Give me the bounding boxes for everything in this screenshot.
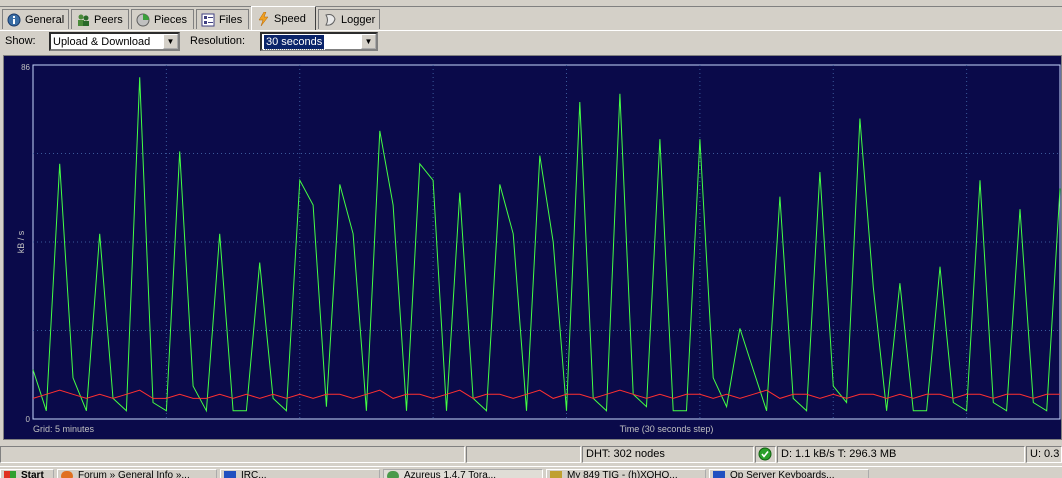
pieces-icon [136, 13, 150, 27]
tab-speed[interactable]: Speed [251, 6, 316, 30]
show-select[interactable]: Upload & Download ▼ [49, 32, 180, 51]
tab-pieces[interactable]: Pieces [131, 9, 194, 29]
info-icon [7, 13, 21, 27]
dht-status: DHT: 302 nodes [582, 446, 754, 463]
tab-label: Speed [274, 12, 306, 25]
grid-note-label: Grid: 5 minutes [33, 424, 95, 434]
show-value: Upload & Download [53, 36, 151, 48]
speed-chart: 86 0 kB / s Grid: 5 minutes Time (30 seconds… [3, 55, 1062, 440]
status-bar: DHT: 302 nodes D: 1.1 kB/s T: 296.3 MB U… [0, 445, 1062, 465]
chevron-down-icon[interactable]: ▼ [361, 34, 376, 49]
y-tick-label-zero: 0 [26, 415, 31, 424]
tab-label: Files [219, 13, 243, 26]
resolution-select[interactable]: 30 seconds ▼ [260, 32, 378, 51]
y-axis-label: kB / s [16, 230, 26, 253]
nat-ok-icon [755, 446, 776, 463]
download-series-line [32, 77, 1061, 413]
logger-icon [323, 13, 337, 27]
lightning-icon [256, 11, 270, 26]
upload-status: U: 0.3 [1026, 446, 1062, 463]
resolution-value: 30 seconds [262, 34, 326, 50]
tab-label: General [25, 13, 65, 26]
tab-files[interactable]: Files [196, 9, 249, 29]
upload-series-line [32, 389, 1060, 399]
status-cell-empty-2 [466, 446, 581, 463]
tab-label: Logger [341, 13, 376, 26]
transfer-status: D: 1.1 kB/s T: 296.3 MB [777, 446, 1025, 463]
tab-peers[interactable]: Peers [71, 9, 129, 29]
resolution-label: Resolution: [190, 35, 246, 47]
tab-general[interactable]: General [2, 9, 69, 29]
tab-label: Pieces [154, 13, 188, 26]
tab-logger[interactable]: Logger [318, 9, 380, 29]
tab-label: Peers [94, 13, 123, 26]
status-cell-empty [0, 446, 465, 463]
chevron-down-icon[interactable]: ▼ [163, 34, 178, 49]
y-tick-label-max: 86 [21, 63, 30, 72]
show-label: Show: [5, 35, 36, 47]
speed-graph: 86 0 kB / s Grid: 5 minutes Time (30 seconds… [16, 63, 1061, 434]
speed-toolbar: Show: Upload & Download ▼ Resolution: 30… [0, 31, 1062, 53]
x-axis-label: Time (30 seconds step) [620, 424, 714, 434]
tab-bar: General Peers Pieces Files Speed Logger [0, 6, 1062, 31]
files-icon [201, 13, 215, 27]
peers-icon [76, 13, 90, 27]
taskbar: Start Forum » General Info »... IRC... A… [0, 466, 1062, 478]
